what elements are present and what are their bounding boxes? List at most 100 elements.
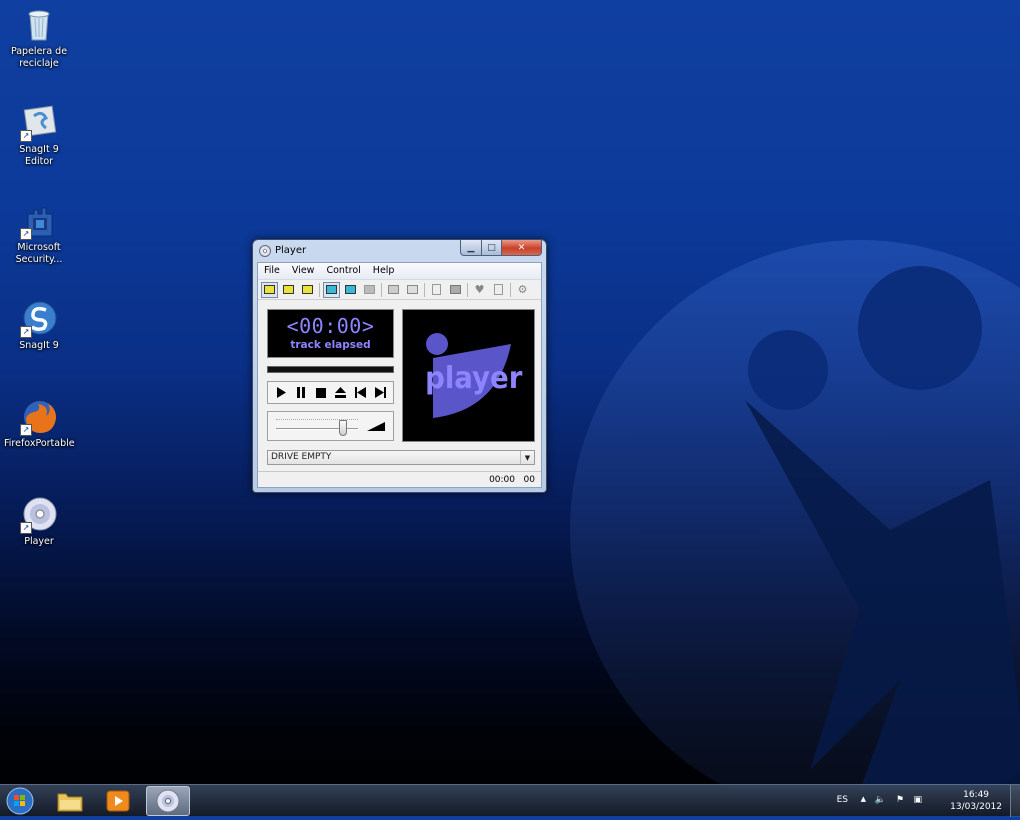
heart-icon: ♥ [474, 283, 485, 296]
language-indicator[interactable]: ES [837, 795, 848, 805]
player-logo: player [425, 333, 523, 418]
wallpaper-logo [570, 240, 1020, 790]
display-icon [326, 285, 337, 294]
desktop-icon-label: SnagIt 9 [19, 340, 59, 351]
stop-icon [315, 387, 326, 398]
grid-icon [388, 285, 399, 294]
menu-control[interactable]: Control [320, 263, 366, 279]
toolbar-button-view-3[interactable] [299, 282, 316, 298]
firefox-icon: ↗ [20, 398, 58, 436]
shortcut-arrow-icon: ↗ [20, 424, 32, 436]
toolbar-button-favorite[interactable]: ♥ [471, 282, 488, 298]
time-label: track elapsed [290, 339, 371, 351]
shortcut-arrow-icon: ↗ [20, 326, 32, 338]
toolbar-button-display-1[interactable] [323, 281, 340, 298]
stop-button[interactable] [313, 385, 329, 401]
close-icon: ✕ [517, 242, 526, 253]
time-display: <00:00> track elapsed [267, 309, 394, 358]
taskbar-player-button[interactable] [146, 786, 190, 816]
cd-player-icon: ↗ [20, 496, 58, 534]
shortcut-arrow-icon: ↗ [20, 130, 32, 142]
previous-track-button[interactable] [352, 385, 368, 401]
drive-select-value: DRIVE EMPTY [271, 452, 332, 462]
player-logo-text: player [425, 360, 523, 395]
show-desktop-button[interactable] [1010, 785, 1020, 817]
menu-help[interactable]: Help [367, 263, 401, 279]
show-hidden-icons-button[interactable]: ▲ [861, 795, 866, 803]
display-icon [345, 285, 356, 294]
toolbar-button-document[interactable] [428, 282, 445, 298]
close-button[interactable]: ✕ [502, 240, 542, 256]
document-icon [432, 284, 441, 295]
toolbar-separator [510, 282, 511, 297]
player-window[interactable]: Player ▁ □ ✕ File View Control Help ♥ ⚙ … [252, 239, 547, 493]
desktop-icon-microsoft-security[interactable]: ↗ Microsoft Security... [4, 202, 74, 266]
volume-ramp-icon [367, 422, 385, 431]
toolbar-button-network[interactable]: ⚙ [514, 282, 531, 298]
maximize-button[interactable]: □ [482, 240, 502, 256]
toolbar-separator [424, 282, 425, 297]
desktop-icon-label: SnagIt 9 Editor [19, 144, 59, 167]
shortcut-arrow-icon: ↗ [20, 228, 32, 240]
play-icon [276, 387, 286, 398]
status-bar: 00:00 00 [258, 471, 541, 487]
image-icon [450, 285, 461, 294]
info-icon [494, 284, 503, 295]
desktop-icon-label: Microsoft Security... [15, 242, 63, 265]
menu-view[interactable]: View [286, 263, 321, 279]
panel-view-icon [283, 285, 294, 294]
toolbar-button-columns[interactable] [404, 282, 421, 298]
menu-file[interactable]: File [258, 263, 286, 279]
shortcut-arrow-icon: ↗ [20, 522, 32, 534]
volume-panel [267, 411, 394, 441]
display-icon [364, 285, 375, 294]
toolbar: ♥ ⚙ [258, 280, 541, 300]
desktop-icon-snagit[interactable]: ↗ SnagIt 9 [4, 300, 74, 352]
pause-button[interactable] [293, 385, 309, 401]
desktop-icon-snagit-editor[interactable]: ↗ SnagIt 9 Editor [4, 104, 74, 168]
taskbar-media-player-button[interactable] [96, 786, 140, 816]
dropdown-arrow-icon[interactable]: ▼ [520, 451, 534, 464]
desktop-icon-recycle-bin[interactable]: Papelera de reciclaje [4, 6, 74, 70]
desktop-icon-label: Papelera de reciclaje [10, 46, 68, 69]
volume-icon[interactable]: 🔈 [875, 795, 886, 805]
panel-view-icon [264, 285, 275, 294]
clock-time: 16:49 [963, 790, 990, 800]
next-track-button[interactable] [372, 385, 388, 401]
windows-orb-icon [6, 787, 34, 815]
toolbar-button-view-1[interactable] [261, 281, 278, 298]
toolbar-button-display-2[interactable] [342, 282, 359, 298]
maximize-icon: □ [487, 242, 496, 253]
microsoft-security-icon: ↗ [20, 202, 58, 240]
clock[interactable]: 16:49 13/03/2012 [950, 789, 1002, 813]
status-track: 00 [523, 475, 535, 485]
start-button[interactable] [4, 786, 36, 816]
toolbar-button-view-2[interactable] [280, 282, 297, 298]
snagit-icon: ↗ [20, 300, 58, 338]
toolbar-button-info[interactable] [490, 282, 507, 298]
status-time: 00:00 [489, 475, 515, 485]
folder-icon [57, 793, 83, 812]
toolbar-separator [467, 282, 468, 297]
media-player-icon [106, 790, 130, 812]
play-button[interactable] [273, 385, 289, 401]
action-center-flag-icon[interactable]: ⚑ [896, 795, 904, 805]
clock-date: 13/03/2012 [950, 802, 1002, 812]
window-titlebar[interactable]: Player ▁ □ ✕ [253, 240, 546, 262]
toolbar-button-grid[interactable] [385, 282, 402, 298]
network-icon[interactable]: ▣ [913, 795, 922, 805]
toolbar-button-display-3[interactable] [361, 282, 378, 298]
toolbar-button-image[interactable] [447, 282, 464, 298]
skip-back-icon [354, 387, 366, 398]
eject-button[interactable] [332, 385, 348, 401]
taskbar-explorer-button[interactable] [48, 786, 92, 816]
volume-slider-thumb[interactable] [338, 420, 347, 436]
cd-app-icon [259, 245, 271, 257]
minimize-button[interactable]: ▁ [460, 240, 482, 256]
skip-forward-icon [374, 387, 386, 398]
desktop-icon-player[interactable]: ↗ Player [4, 496, 74, 548]
desktop-icon-firefox[interactable]: ↗ FirefoxPortable [4, 398, 75, 450]
drive-select[interactable]: DRIVE EMPTY ▼ [267, 450, 535, 465]
track-progress-bar[interactable] [267, 366, 394, 373]
player-logo-panel: player [402, 309, 535, 442]
